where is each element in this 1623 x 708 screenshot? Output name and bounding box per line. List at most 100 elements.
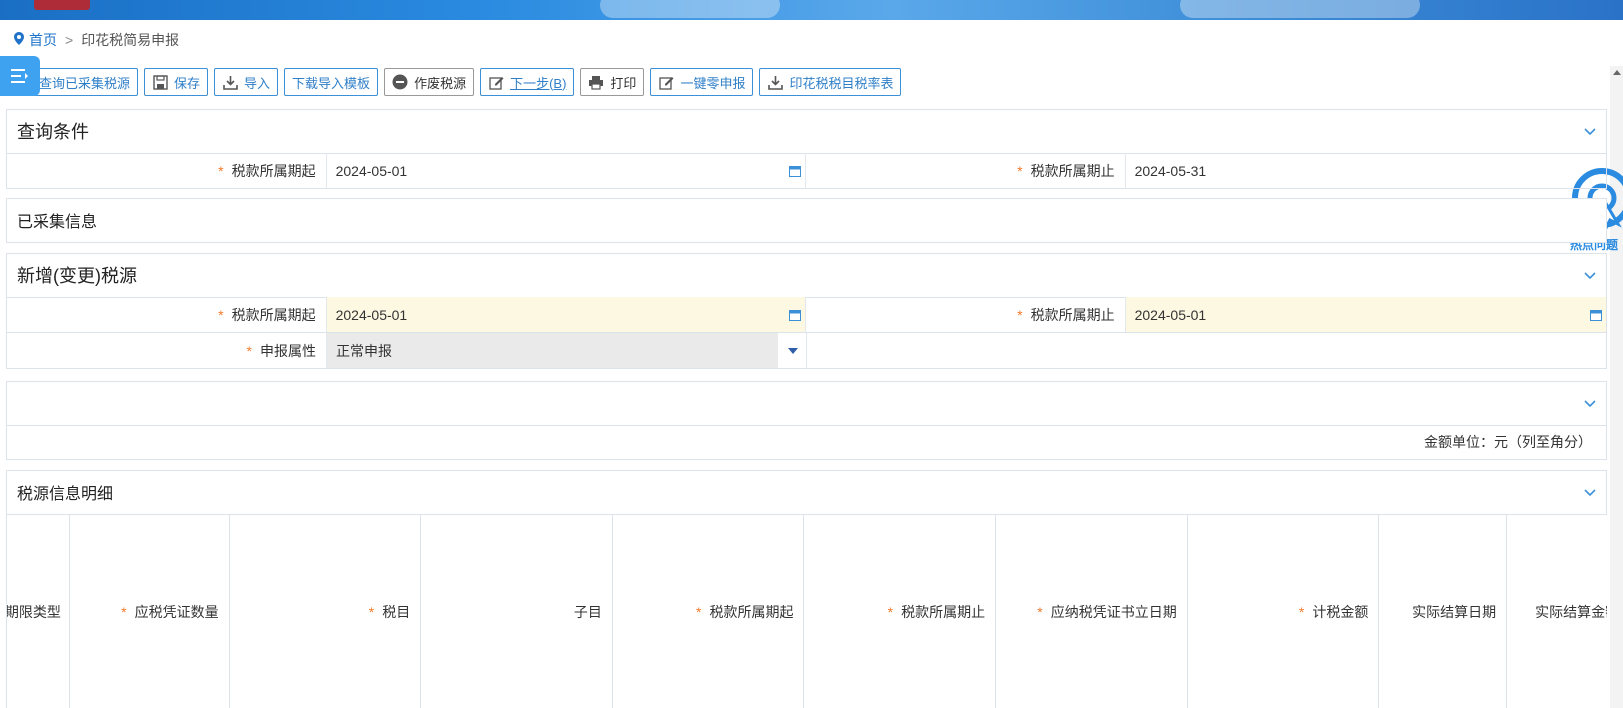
column-label: 实际结算日期 — [1412, 604, 1497, 620]
edit-icon — [658, 74, 674, 90]
button-label: 查询已采集税源 — [39, 75, 131, 91]
save-button[interactable]: 保存 — [144, 68, 209, 96]
table-header-cell: 子目 — [421, 515, 613, 708]
table-header-cell: * 应纳税凭证书立日期 — [996, 515, 1188, 708]
menu-icon — [11, 69, 28, 83]
panel-title: 新增(变更)税源 — [17, 266, 137, 286]
calendar-icon[interactable] — [789, 309, 801, 321]
print-button[interactable]: 打印 — [580, 68, 645, 96]
field-value: 2024-05-31 — [1134, 162, 1207, 179]
panel-title: 查询条件 — [17, 122, 89, 142]
breadcrumb: 首页 > 印花税简易申报 — [14, 30, 179, 50]
tax-source-table: 期限类型 * 应税凭证数量 * 税目 子目 * 税款所属期起 * 税款所属期止 * 应纳税… — [6, 514, 1607, 708]
button-label: 一键零申报 — [680, 75, 746, 91]
button-label: 下一步(B) — [510, 75, 567, 91]
import-button[interactable]: 导入 — [214, 68, 279, 96]
panel-title: 已采集信息 — [17, 214, 98, 231]
save-icon — [152, 74, 168, 90]
chevron-down-icon[interactable] — [1584, 486, 1596, 498]
field-value: 正常申报 — [336, 342, 392, 359]
field-value: 2024-05-01 — [335, 306, 408, 323]
panel-header[interactable]: 查询条件 — [7, 110, 1606, 152]
void-icon — [392, 74, 408, 90]
logo — [34, 0, 90, 10]
void-source-button[interactable]: 作废税源 — [384, 68, 475, 96]
panel-header[interactable]: 新增(变更)税源 — [7, 254, 1606, 296]
column-label: 税款所属期起 — [709, 604, 794, 620]
source-start-date-field[interactable]: 2024-05-01 — [326, 297, 806, 332]
label-text: 申报属性 — [260, 342, 316, 359]
table-header-cell: * 税目 — [230, 515, 422, 708]
button-label: 作废税源 — [414, 75, 467, 91]
new-source-panel: 新增(变更)税源 — [6, 253, 1607, 298]
collected-info-panel: 已采集信息 — [6, 198, 1607, 243]
label-text: 税款所属期止 — [1030, 162, 1115, 179]
button-label: 打印 — [610, 75, 637, 91]
source-end-date-field[interactable]: 2024-05-01 — [1125, 297, 1606, 332]
query-start-date-field[interactable]: 2024-05-01 — [327, 153, 806, 188]
banner-cloud — [600, 0, 780, 18]
calendar-icon[interactable] — [789, 165, 801, 177]
amount-unit-row: 金额单位：元（列至角分） — [6, 425, 1607, 460]
required-mark: * — [1017, 162, 1023, 179]
field-label: * 税款所属期止 — [806, 297, 1126, 332]
chevron-down-icon[interactable] — [1584, 125, 1596, 137]
field-value: 2024-05-01 — [335, 162, 408, 179]
panel-header[interactable]: 已采集信息 — [7, 199, 1606, 241]
table-header-cell: 实际结算金额 — [1507, 515, 1607, 708]
breadcrumb-current: 印花税简易申报 — [81, 32, 180, 48]
field-label: * 税款所属期止 — [806, 153, 1126, 188]
collapsible-panel — [6, 381, 1607, 426]
table-header-cell: 期限类型 — [7, 515, 70, 708]
banner-cloud — [1180, 0, 1420, 18]
required-mark: * — [218, 162, 224, 179]
download-icon — [767, 74, 783, 90]
label-text: 税款所属期起 — [231, 306, 316, 323]
zero-declaration-button[interactable]: 一键零申报 — [650, 68, 754, 96]
query-conditions-panel: 查询条件 — [6, 109, 1607, 154]
calendar-icon[interactable] — [1590, 309, 1602, 321]
tax-source-details-panel: 税源信息明细 — [6, 470, 1607, 515]
new-source-date-row: * 税款所属期起 2024-05-01 * 税款所属期止 2024-05-01 — [6, 297, 1607, 333]
scroll-up-arrow-icon[interactable] — [1613, 70, 1621, 75]
declaration-attr-row: * 申报属性 正常申报 — [6, 333, 1607, 369]
required-mark: * — [696, 604, 702, 620]
required-mark: * — [218, 306, 224, 323]
table-header-cell: * 税款所属期起 — [613, 515, 805, 708]
required-mark: * — [246, 342, 252, 359]
column-label: 应税凭证数量 — [134, 604, 219, 620]
import-icon — [222, 74, 238, 90]
column-label: 应纳税凭证书立日期 — [1050, 604, 1177, 620]
sidebar-toggle-button[interactable] — [0, 56, 40, 96]
field-label: * 税款所属期起 — [7, 153, 327, 188]
query-collected-source-button[interactable]: 查询已采集税源 — [28, 68, 139, 96]
tax-rate-table-button[interactable]: 印花税税目税率表 — [759, 68, 902, 96]
panel-header[interactable]: 税源信息明细 — [7, 471, 1606, 513]
edit-icon — [488, 74, 504, 90]
chevron-down-icon[interactable] — [1584, 269, 1596, 281]
required-mark: * — [1017, 306, 1023, 323]
field-label: * 申报属性 — [7, 333, 327, 368]
breadcrumb-home-link[interactable]: 首页 — [29, 30, 57, 50]
declaration-attr-select[interactable]: 正常申报 — [327, 333, 807, 368]
print-icon — [588, 74, 604, 90]
table-header-cell: 实际结算日期 — [1379, 515, 1508, 708]
toolbar: 查询已采集税源 保存 导入 下载导入模板 作废税源 下一步(B) 打印 一键零申… — [28, 68, 907, 96]
chevron-down-icon[interactable] — [1584, 397, 1596, 409]
required-mark: * — [121, 604, 127, 620]
label-text: 税款所属期起 — [231, 162, 316, 179]
panel-header[interactable] — [7, 382, 1606, 424]
empty-cell — [807, 333, 1606, 368]
column-label: 计税金额 — [1312, 604, 1369, 620]
column-label: 子目 — [573, 604, 602, 620]
field-label: * 税款所属期起 — [7, 297, 327, 332]
table-header-cell: * 应税凭证数量 — [70, 515, 230, 708]
table-header-cell: * 计税金额 — [1188, 515, 1380, 708]
panel-title: 税源信息明细 — [17, 486, 114, 503]
next-step-button[interactable]: 下一步(B) — [480, 68, 575, 96]
download-template-button[interactable]: 下载导入模板 — [284, 68, 379, 96]
dropdown-arrow-icon[interactable] — [788, 347, 798, 354]
button-label: 印花税税目税率表 — [789, 75, 894, 91]
query-end-date-field[interactable]: 2024-05-31 — [1126, 153, 1606, 188]
required-mark: * — [1037, 604, 1043, 620]
